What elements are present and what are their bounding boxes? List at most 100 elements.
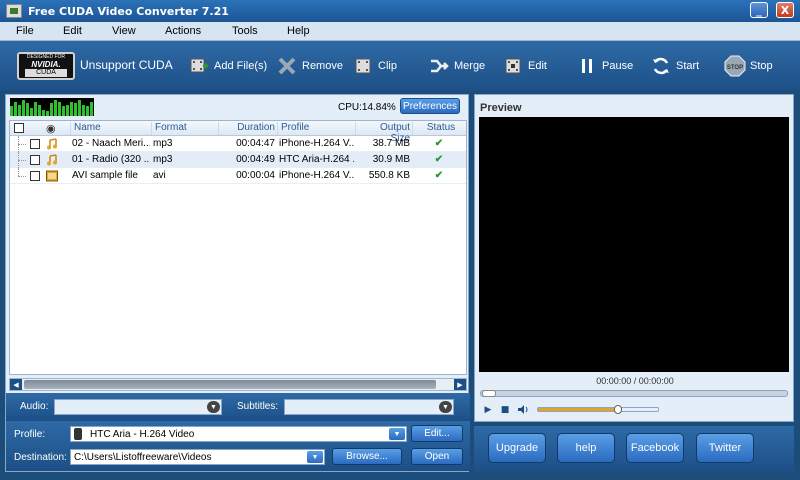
cell-output-size: 38.7 MB <box>372 138 410 149</box>
scroll-right-icon[interactable]: ▶ <box>454 379 466 390</box>
add-files-button[interactable]: Add File(s) <box>188 49 267 83</box>
preview-panel: Preview 00:00:00 / 00:00:00 ▶ ■ <box>474 94 794 422</box>
col-name[interactable]: Name <box>70 122 151 135</box>
start-button[interactable]: Start <box>650 49 699 83</box>
clip-button[interactable]: Clip <box>352 49 397 83</box>
cell-format: mp3 <box>153 154 173 165</box>
merge-icon <box>428 55 450 77</box>
close-button[interactable]: X <box>776 2 794 18</box>
volume-slider[interactable] <box>537 405 659 414</box>
menu-file[interactable]: File <box>16 25 34 37</box>
chevron-down-icon[interactable]: ▼ <box>307 451 323 463</box>
cell-output-size: 550.8 KB <box>368 170 410 181</box>
menu-edit[interactable]: Edit <box>63 25 82 37</box>
pause-icon <box>576 55 598 77</box>
merge-button[interactable]: Merge <box>428 49 485 83</box>
facebook-button[interactable]: Facebook <box>626 433 684 463</box>
cpu-bar <box>22 100 25 116</box>
cpu-bar <box>42 110 45 116</box>
select-all-checkbox[interactable] <box>14 123 24 133</box>
twitter-button[interactable]: Twitter <box>696 433 754 463</box>
scroll-left-icon[interactable]: ◀ <box>10 379 22 390</box>
stop-button[interactable]: STOP Stop <box>724 49 773 83</box>
row-checkbox[interactable] <box>30 155 40 165</box>
file-table: ◉ Name Format Duration Profile Output Si… <box>9 120 467 375</box>
menu-help[interactable]: Help <box>287 25 310 37</box>
scroll-thumb[interactable] <box>24 380 436 389</box>
destination-input[interactable]: C:\Users\Listoffreeware\Videos ▼ <box>70 449 325 465</box>
cpu-usage-graph <box>10 98 94 116</box>
merge-label: Merge <box>454 60 486 72</box>
menu-actions[interactable]: Actions <box>165 25 201 37</box>
remove-button[interactable]: Remove <box>276 49 343 83</box>
menu-tools[interactable]: Tools <box>232 25 258 37</box>
refresh-start-icon <box>650 55 672 77</box>
open-button[interactable]: Open <box>411 448 463 465</box>
music-note-icon <box>47 154 57 166</box>
minimize-button[interactable]: _ <box>750 2 768 18</box>
chevron-down-icon[interactable]: ▼ <box>389 428 405 440</box>
cuda-status-text: Unsupport CUDA <box>80 58 173 72</box>
table-row[interactable]: AVI sample file avi 00:00:04 iPhone-H.26… <box>10 168 466 184</box>
col-profile[interactable]: Profile <box>277 122 355 135</box>
preferences-button[interactable]: Preferences <box>400 98 460 114</box>
audio-select[interactable]: ▼ <box>54 399 222 415</box>
cell-profile: iPhone-H.264 V... <box>279 170 354 181</box>
svg-text:STOP: STOP <box>727 65 743 71</box>
cpu-bar <box>70 102 73 116</box>
col-format[interactable]: Format <box>151 122 218 135</box>
col-status[interactable]: Status <box>412 122 466 135</box>
subtitles-select[interactable]: ▼ <box>284 399 454 415</box>
chevron-down-icon[interactable]: ▼ <box>207 401 220 413</box>
table-row[interactable]: 02 - Naach Meri... mp3 00:04:47 iPhone-H… <box>10 136 466 152</box>
cpu-bar <box>86 106 89 116</box>
menu-view[interactable]: View <box>112 25 136 37</box>
cpu-bar <box>82 105 85 116</box>
cpu-bar <box>50 103 53 116</box>
edit-button[interactable]: Edit <box>502 49 547 83</box>
edit-label: Edit <box>528 60 547 72</box>
type-column-icon: ◉ <box>46 123 56 135</box>
music-note-icon <box>47 138 57 150</box>
app-icon <box>6 4 22 18</box>
pause-button[interactable]: Pause <box>576 49 633 83</box>
help-button[interactable]: help <box>557 433 615 463</box>
cell-duration: 00:04:47 <box>236 138 275 149</box>
cpu-bar <box>10 106 13 116</box>
play-icon[interactable]: ▶ <box>482 404 494 415</box>
speaker-icon[interactable] <box>517 404 529 415</box>
chevron-down-icon[interactable]: ▼ <box>439 401 452 413</box>
seek-knob[interactable] <box>482 390 496 397</box>
col-duration[interactable]: Duration <box>218 122 277 135</box>
profile-select[interactable]: HTC Aria - H.264 Video ▼ <box>70 426 407 442</box>
row-checkbox[interactable] <box>30 171 40 181</box>
edit-profile-button[interactable]: Edit... <box>411 425 463 442</box>
volume-knob[interactable] <box>613 405 622 414</box>
add-files-label: Add File(s) <box>214 60 268 72</box>
toolbar: DESIGNED FOR NVIDIA. CUDA Unsupport CUDA… <box>0 41 800 91</box>
title-bar: Free CUDA Video Converter 7.21 _ X <box>0 0 800 22</box>
cpu-bar <box>58 102 61 116</box>
horizontal-scrollbar[interactable]: ◀ ▶ <box>9 378 467 391</box>
browse-button[interactable]: Browse... <box>332 448 402 465</box>
row-checkbox[interactable] <box>30 139 40 149</box>
destination-label: Destination: <box>14 452 67 463</box>
remove-icon <box>276 55 298 77</box>
table-row[interactable]: 01 - Radio (320 ... mp3 00:04:49 HTC Ari… <box>10 152 466 168</box>
seek-bar[interactable] <box>480 390 788 397</box>
file-list-panel: CPU:14.84% Preferences ◉ Name Format Dur… <box>5 94 470 472</box>
cell-duration: 00:04:49 <box>236 154 275 165</box>
video-file-icon <box>46 170 58 182</box>
film-clip-icon <box>352 55 374 77</box>
col-output-size[interactable]: Output Size <box>355 122 412 144</box>
clip-label: Clip <box>378 60 397 72</box>
stop-label: Stop <box>750 60 773 72</box>
cell-output-size: 30.9 MB <box>372 154 410 165</box>
table-header: ◉ Name Format Duration Profile Output Si… <box>10 121 466 144</box>
preview-screen <box>479 117 789 372</box>
film-edit-icon <box>502 55 524 77</box>
upgrade-button[interactable]: Upgrade <box>488 433 546 463</box>
stop-icon[interactable]: ■ <box>499 404 511 415</box>
cpu-bar <box>90 102 93 116</box>
cell-format: avi <box>153 170 166 181</box>
